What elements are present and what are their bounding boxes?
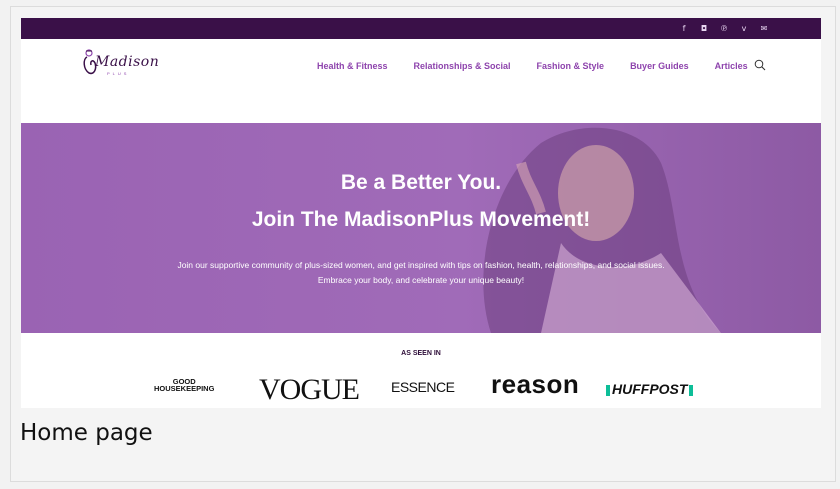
hero-description-line2: Embrace your body, and celebrate your un… xyxy=(317,275,525,285)
logo-subtext: PLUS xyxy=(107,71,130,76)
nav-fashion-style[interactable]: Fashion & Style xyxy=(537,61,605,71)
primary-menu: Health & Fitness Relationships & Social … xyxy=(317,61,748,71)
as-seen-in-section: AS SEEN IN GOOD HOUSEKEEPING VOGUE ESSEN… xyxy=(21,333,821,408)
instagram-icon[interactable]: ◘ xyxy=(699,24,709,34)
logo-wordmark: Madison xyxy=(95,54,160,70)
vogue-logo: VOGUE xyxy=(259,373,360,406)
nav-articles[interactable]: Articles xyxy=(715,61,748,71)
nav-health-fitness[interactable]: Health & Fitness xyxy=(317,61,388,71)
search-icon[interactable] xyxy=(754,59,766,71)
page-caption: Home page xyxy=(20,420,153,446)
huffpost-text: HUFFPOST xyxy=(612,381,688,397)
website-preview: f ◘ ℗ v ✉ Madison PLUS Health & Fitness … xyxy=(21,18,821,408)
nav-buyer-guides[interactable]: Buyer Guides xyxy=(630,61,689,71)
main-header: Madison PLUS Health & Fitness Relationsh… xyxy=(21,39,821,123)
hero-banner: Be a Better You. Join The MadisonPlus Mo… xyxy=(21,123,821,333)
vimeo-icon[interactable]: v xyxy=(739,24,749,34)
facebook-icon[interactable]: f xyxy=(679,24,689,34)
nav-relationships-social[interactable]: Relationships & Social xyxy=(414,61,511,71)
social-topbar: f ◘ ℗ v ✉ xyxy=(21,18,821,39)
huffpost-mark-left xyxy=(606,384,610,396)
as-seen-in-title: AS SEEN IN xyxy=(401,350,441,357)
email-icon[interactable]: ✉ xyxy=(759,24,769,34)
pinterest-icon[interactable]: ℗ xyxy=(719,24,729,34)
reason-logo: reason xyxy=(491,369,580,399)
hero-heading-line1: Be a Better You. xyxy=(340,171,502,194)
hero-description-line1: Join our supportive community of plus-si… xyxy=(177,260,665,270)
site-logo[interactable]: Madison PLUS xyxy=(81,47,171,77)
hero-heading-line2: Join The MadisonPlus Movement! xyxy=(251,208,591,231)
huffpost-mark-right xyxy=(689,384,694,396)
gh-bottom-text: HOUSEKEEPING xyxy=(154,384,215,393)
good-housekeeping-logo: GOOD HOUSEKEEPING xyxy=(154,378,215,393)
huffpost-logo: HUFFPOST xyxy=(604,381,695,397)
essence-logo: ESSENCE xyxy=(391,379,455,395)
